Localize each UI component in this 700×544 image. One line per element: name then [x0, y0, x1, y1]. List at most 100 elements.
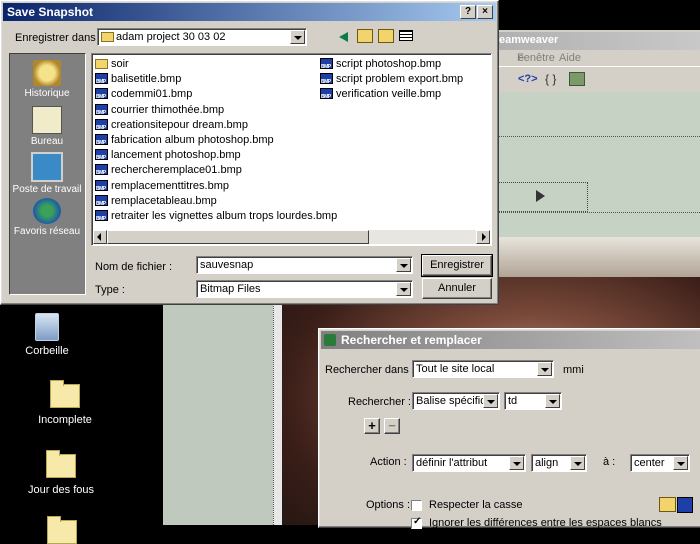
file-item[interactable]: courrier thimothée.bmp	[95, 103, 225, 121]
search-type-select[interactable]: Balise spécifique	[412, 392, 500, 410]
file-item[interactable]: creationsitepour dream.bmp	[95, 118, 248, 136]
find-replace-dialog: Rechercher et remplacer Rechercher dans …	[318, 328, 700, 529]
horizontal-scrollbar[interactable]	[93, 230, 490, 244]
up-folder-icon[interactable]	[357, 29, 373, 43]
chevron-left-icon	[97, 233, 101, 241]
open-query-icon[interactable]	[659, 497, 676, 512]
ignore-whitespace-label: Ignorer les différences entre les espace…	[429, 517, 662, 529]
file-list[interactable]: soir balisetitle.bmp codemmi01.bmp courrier…	[91, 53, 492, 246]
action-label: Action :	[370, 456, 407, 468]
file-name: soir	[111, 58, 129, 70]
search-in-label: Rechercher dans :	[325, 364, 415, 376]
chevron-down-icon[interactable]	[396, 282, 411, 296]
file-name: rechercheremplace01.bmp	[111, 164, 242, 177]
desktop-icon-jour-des-fous[interactable]: Jour des fous	[21, 450, 101, 496]
file-item[interactable]: retraiter les vignettes album trops lour…	[95, 209, 337, 227]
menu-item-fenetre[interactable]: Fenêtre	[517, 52, 555, 64]
bitmap-file-icon	[95, 194, 108, 212]
add-condition-button[interactable]: +	[364, 418, 380, 434]
desktop-icon-label: Corbeille	[25, 345, 69, 357]
desktop-icon-label: Incomplete	[38, 414, 92, 426]
file-name: verification veille.bmp	[336, 88, 442, 101]
to-label: à :	[603, 456, 616, 468]
file-name: creationsitepour dream.bmp	[111, 118, 248, 131]
back-arrow-icon[interactable]	[339, 32, 348, 42]
bitmap-file-icon	[95, 164, 108, 181]
chevron-down-icon[interactable]	[396, 258, 411, 272]
places-bar: Historique Bureau Poste de travail Favor…	[9, 53, 86, 295]
search-in-select[interactable]: Tout le site local	[412, 360, 554, 378]
save-in-label: Enregistrer dans :	[15, 32, 102, 44]
file-item[interactable]: script problem export.bmp	[320, 72, 464, 90]
bitmap-file-icon	[320, 58, 333, 75]
bitmap-file-icon	[95, 134, 108, 151]
menu-item-aide[interactable]: Aide	[559, 52, 581, 64]
place-poste-de-travail[interactable]: Poste de travail	[12, 152, 82, 195]
attribute-select[interactable]: align	[531, 454, 587, 472]
history-icon	[33, 60, 61, 86]
file-name: courrier thimothée.bmp	[111, 103, 225, 116]
file-item[interactable]: verification veille.bmp	[320, 87, 442, 105]
cancel-button[interactable]: Annuler	[422, 278, 492, 299]
desktop-icon-recycle-bin[interactable]: Corbeille	[7, 313, 87, 357]
network-globe-icon	[33, 198, 61, 224]
folder-icon	[47, 516, 77, 544]
remove-condition-button[interactable]: −	[384, 418, 400, 434]
computer-icon	[31, 152, 63, 182]
file-item[interactable]: fabrication album photoshop.bmp	[95, 133, 274, 151]
save-query-icon[interactable]	[677, 497, 693, 513]
value-select[interactable]: center	[630, 454, 690, 472]
new-folder-icon[interactable]	[378, 29, 394, 43]
bitmap-file-icon	[95, 103, 108, 121]
close-button[interactable]: ×	[477, 5, 493, 19]
code-tag-button[interactable]: <?>	[518, 73, 538, 85]
chevron-down-icon[interactable]	[509, 456, 524, 470]
chevron-down-icon[interactable]	[570, 456, 585, 470]
file-type-select[interactable]: Bitmap Files	[196, 280, 413, 298]
place-bureau[interactable]: Bureau	[12, 106, 82, 147]
file-name: remplacementtitres.bmp	[111, 179, 229, 192]
file-name: remplacetableau.bmp	[111, 194, 217, 207]
place-favoris-reseau[interactable]: Favoris réseau	[12, 198, 82, 237]
file-item[interactable]: rechercheremplace01.bmp	[95, 163, 242, 181]
braces-icon[interactable]: { }	[545, 72, 556, 86]
folder-icon	[50, 380, 80, 408]
chevron-down-icon[interactable]	[290, 30, 305, 44]
save-button[interactable]: Enregistrer	[421, 254, 493, 277]
folder-item[interactable]: soir	[95, 57, 129, 72]
help-button[interactable]: ?	[460, 5, 476, 19]
file-name: script problem export.bmp	[336, 73, 464, 86]
scroll-left-button[interactable]	[93, 230, 107, 244]
file-item[interactable]: codemmi01.bmp	[95, 87, 192, 105]
scroll-right-button[interactable]	[476, 230, 490, 244]
chevron-down-icon[interactable]	[673, 456, 688, 470]
chevron-down-icon[interactable]	[545, 394, 560, 408]
file-item[interactable]: balisetitle.bmp	[95, 72, 182, 90]
search-tag-select[interactable]: td	[504, 392, 562, 410]
desktop-icon-incomplete[interactable]: Incomplete	[25, 380, 105, 426]
file-item[interactable]: lancement photoshop.bmp	[95, 148, 241, 166]
action-select[interactable]: définir l'attribut	[412, 454, 526, 472]
view-options-icon[interactable]	[569, 72, 585, 86]
match-case-checkbox[interactable]	[411, 500, 422, 511]
chevron-down-icon[interactable]	[537, 362, 552, 376]
chevron-down-icon[interactable]	[483, 394, 498, 408]
file-item[interactable]: remplacementtitres.bmp	[95, 179, 229, 197]
file-item[interactable]: script photoshop.bmp	[320, 57, 441, 75]
file-name: balisetitle.bmp	[111, 73, 182, 86]
bitmap-file-icon	[95, 149, 108, 166]
options-label: Options :	[366, 499, 411, 511]
folder-icon	[101, 32, 114, 42]
bitmap-file-icon	[320, 73, 333, 90]
filename-input[interactable]: sauvesnap	[196, 256, 413, 274]
checkmark-icon: ✓	[413, 516, 422, 527]
filename-label: Nom de fichier :	[95, 261, 173, 273]
file-item[interactable]: remplacetableau.bmp	[95, 194, 217, 212]
scroll-thumb[interactable]	[107, 230, 369, 244]
bitmap-file-icon	[95, 210, 108, 227]
save-in-select[interactable]: adam project 30 03 02	[97, 28, 307, 46]
type-label: Type :	[95, 284, 125, 296]
place-historique[interactable]: Historique	[12, 60, 82, 99]
view-menu-icon[interactable]	[399, 30, 413, 41]
ignore-whitespace-checkbox[interactable]: ✓	[411, 516, 422, 529]
